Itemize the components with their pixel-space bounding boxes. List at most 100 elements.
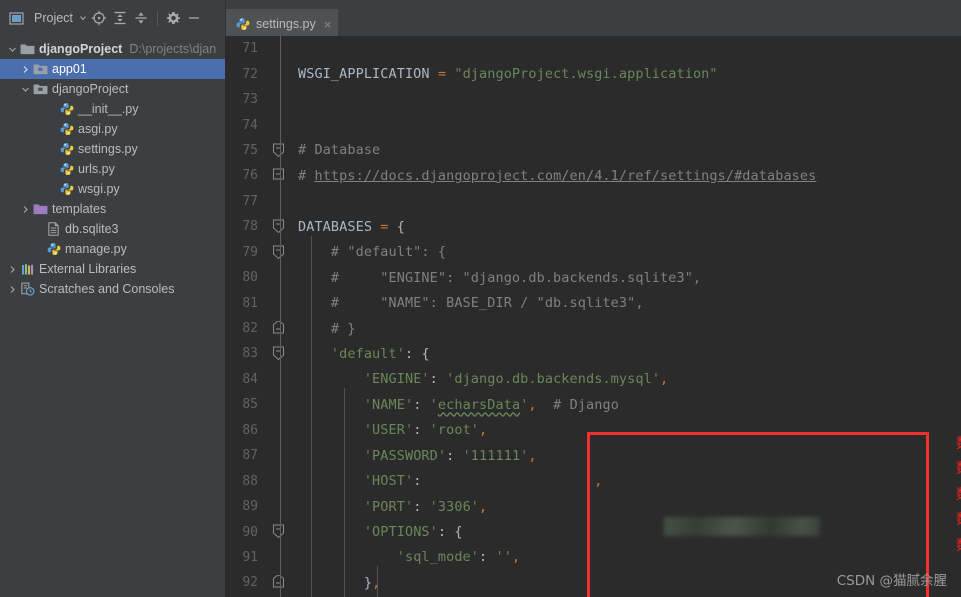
python-file-icon xyxy=(58,142,75,156)
database-file-icon xyxy=(45,222,62,236)
line-content: 'sql_mode': '', xyxy=(396,549,521,566)
module-folder-icon xyxy=(32,62,49,76)
line-content: DATABASES = { xyxy=(298,218,405,235)
line-number: 72 xyxy=(242,66,258,82)
code-line: 73 xyxy=(225,87,961,112)
line-content: # https://docs.djangoproject.com/en/4.1/… xyxy=(298,167,817,184)
tree-item-label: djangoProject xyxy=(39,42,123,56)
scroll-from-source-icon[interactable] xyxy=(90,9,109,28)
code-editor[interactable]: 71 72 WSGI_APPLICATION = "djangoProject.… xyxy=(225,36,961,597)
line-content: # "default": { xyxy=(298,244,447,261)
chevron-down-icon[interactable] xyxy=(19,85,32,94)
editor-tab-label: settings.py xyxy=(256,17,316,31)
code-line: 80 # "ENGINE": "django.db.backends.sqlit… xyxy=(225,265,961,290)
code-line: 78 DATABASES = { xyxy=(225,214,961,239)
editor-tab-settings-py[interactable]: settings.py × xyxy=(226,9,339,39)
annotation-db-ip: 数据库IP xyxy=(956,508,961,533)
tree-item-label: External Libraries xyxy=(39,262,137,276)
line-content: # "ENGINE": "django.db.backends.sqlite3"… xyxy=(298,269,702,286)
libraries-icon xyxy=(19,263,36,276)
chevron-right-icon[interactable] xyxy=(19,65,32,74)
settings-gear-icon[interactable] xyxy=(164,9,183,28)
tree-item-label: Scratches and Consoles xyxy=(39,282,175,296)
tree-item-djangoProject-module[interactable]: djangoProject xyxy=(0,79,225,99)
tree-item-label: settings.py xyxy=(78,142,138,156)
tree-item-urls-py[interactable]: urls.py xyxy=(0,159,225,179)
chevron-down-icon[interactable] xyxy=(6,45,19,54)
code-line: 91 'sql_mode': '', xyxy=(225,545,961,570)
line-number: 75 xyxy=(242,142,258,158)
annotation-db-password: 数据库密码 xyxy=(956,483,961,508)
pycharm-window: Project settings.py × djangoProject D:\p… xyxy=(0,0,961,597)
tree-item-manage-py[interactable]: manage.py xyxy=(0,239,225,259)
line-number: 82 xyxy=(242,321,258,337)
tree-item-app01[interactable]: app01 xyxy=(0,59,225,79)
code-line: 75 # Database xyxy=(225,138,961,163)
chevron-right-icon[interactable] xyxy=(19,205,32,214)
redacted-host-value xyxy=(664,517,820,536)
tree-item-label: app01 xyxy=(52,62,87,76)
annotation-db-port: 数据库端口 xyxy=(956,534,961,559)
code-line: 89 'PORT': '3306', xyxy=(225,494,961,519)
main-body: djangoProject D:\projects\djan app01 dja… xyxy=(0,36,961,597)
tree-item-settings-py[interactable]: settings.py xyxy=(0,139,225,159)
module-folder-icon xyxy=(32,82,49,96)
line-content: # } xyxy=(298,320,356,337)
chevron-down-icon[interactable] xyxy=(79,9,88,28)
line-number: 84 xyxy=(242,371,258,387)
code-line: 72 WSGI_APPLICATION = "djangoProject.wsg… xyxy=(225,61,961,86)
tree-item-wsgi-py[interactable]: wsgi.py xyxy=(0,179,225,199)
chevron-right-icon[interactable] xyxy=(6,285,19,294)
tree-item-label: manage.py xyxy=(65,242,127,256)
tree-item-label: wsgi.py xyxy=(78,182,120,196)
watermark: CSDN @猫腻余腥 xyxy=(836,573,947,589)
code-line: 81 # "NAME": BASE_DIR / "db.sqlite3", xyxy=(225,290,961,315)
line-content: # "NAME": BASE_DIR / "db.sqlite3", xyxy=(298,295,644,312)
collapse-all-icon[interactable] xyxy=(132,9,151,28)
line-content: 'PASSWORD': '111111', xyxy=(363,447,537,464)
line-content: # Database xyxy=(298,142,381,159)
tree-item-djangoProject-root[interactable]: djangoProject D:\projects\djan xyxy=(0,39,225,59)
chevron-right-icon[interactable] xyxy=(6,265,19,274)
python-file-icon xyxy=(58,122,75,136)
line-number: 87 xyxy=(242,448,258,464)
line-number: 86 xyxy=(242,422,258,438)
tree-item-external-libraries[interactable]: External Libraries xyxy=(0,259,225,279)
documentation-link[interactable]: https://docs.djangoproject.com/en/4.1/re… xyxy=(314,168,816,184)
project-tool-window-header: Project xyxy=(0,0,225,36)
project-tree[interactable]: djangoProject D:\projects\djan app01 dja… xyxy=(0,36,225,597)
line-number: 91 xyxy=(242,549,258,565)
close-icon[interactable]: × xyxy=(324,18,332,31)
line-content: }, xyxy=(363,574,381,591)
project-tool-window-title: Project xyxy=(34,11,73,25)
line-number: 73 xyxy=(242,92,258,108)
line-number: 77 xyxy=(242,193,258,209)
python-file-icon xyxy=(58,182,75,196)
code-line: 83 'default': { xyxy=(225,341,961,366)
tree-item-db-sqlite3[interactable]: db.sqlite3 xyxy=(0,219,225,239)
line-number: 92 xyxy=(242,575,258,591)
tree-item-init-py[interactable]: __init__.py xyxy=(0,99,225,119)
expand-all-icon[interactable] xyxy=(111,9,130,28)
line-number: 90 xyxy=(242,524,258,540)
code-line: 87 'PASSWORD': '111111', xyxy=(225,443,961,468)
tree-item-label: templates xyxy=(52,202,107,216)
code-line: 88 'HOST': , xyxy=(225,468,961,493)
tree-item-templates[interactable]: templates xyxy=(0,199,225,219)
line-content: 'default': { xyxy=(330,345,430,362)
hide-tool-window-icon[interactable] xyxy=(185,9,204,28)
gutter-divider xyxy=(280,36,281,597)
project-view-icon xyxy=(7,9,26,28)
line-content: WSGI_APPLICATION = "djangoProject.wsgi.a… xyxy=(298,66,718,83)
folder-icon xyxy=(19,42,36,56)
code-line: 71 xyxy=(225,36,961,61)
tree-item-label: db.sqlite3 xyxy=(65,222,119,236)
annotation-db-name: 数据库名字 xyxy=(956,432,961,457)
line-number: 89 xyxy=(242,499,258,515)
python-file-icon xyxy=(235,15,250,34)
tree-item-scratches-and-consoles[interactable]: Scratches and Consoles xyxy=(0,279,225,299)
tree-item-asgi-py[interactable]: asgi.py xyxy=(0,119,225,139)
templates-folder-icon xyxy=(32,202,49,216)
toolbar-separator xyxy=(156,10,158,26)
annotation-db-user: 数据库用户名字 xyxy=(956,457,961,482)
